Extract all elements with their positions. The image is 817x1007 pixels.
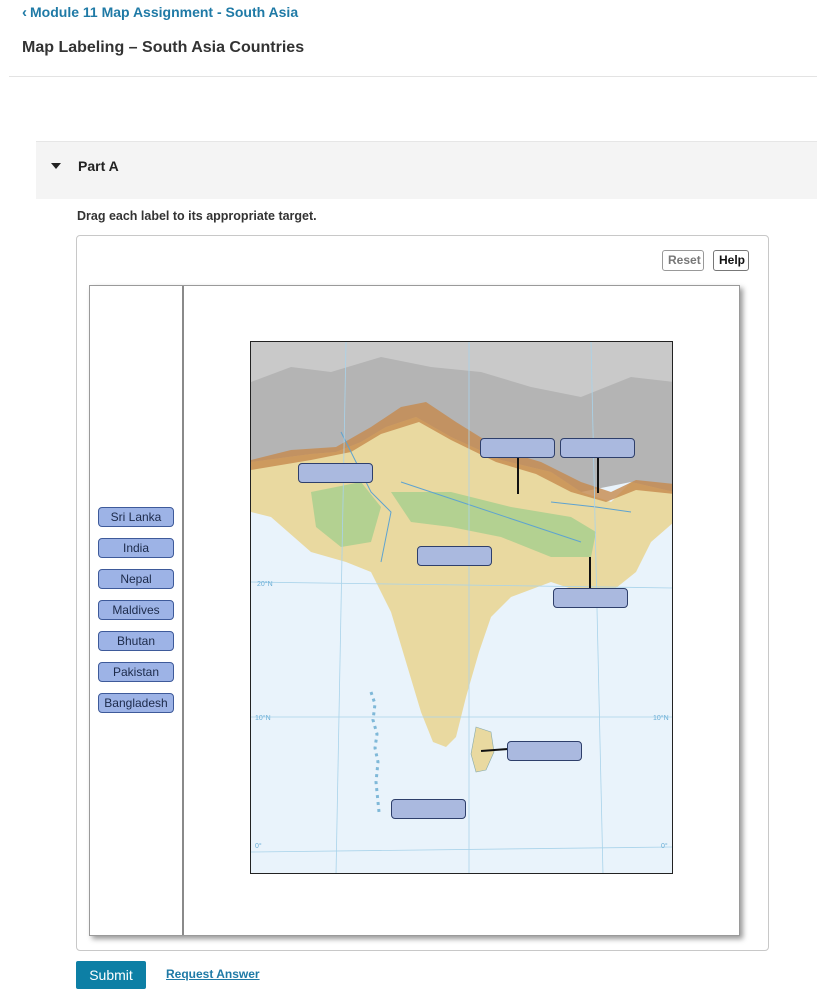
label-india[interactable]: India (98, 538, 174, 558)
part-label: Part A (78, 158, 119, 174)
lat-label-10n-left: 10°N (255, 714, 271, 722)
label-nepal[interactable]: Nepal (98, 569, 174, 589)
part-a-toggle[interactable]: Part A (36, 141, 817, 199)
drop-target-east[interactable] (553, 588, 628, 608)
page-title: Map Labeling – South Asia Countries (22, 39, 305, 56)
label-bangladesh[interactable]: Bangladesh (98, 693, 174, 713)
leader-line-bhutan (597, 457, 599, 493)
drag-drop-workspace: Sri Lanka India Nepal Maldives Bhutan Pa… (89, 285, 740, 936)
reset-button[interactable]: Reset (662, 250, 704, 271)
chevron-left-icon: ‹ (22, 3, 27, 21)
label-maldives[interactable]: Maldives (98, 600, 174, 620)
back-link-label: Module 11 Map Assignment - South Asia (30, 4, 299, 20)
labeling-widget: Reset Help Sri Lanka India Nepal Maldive… (76, 235, 769, 951)
help-button[interactable]: Help (713, 250, 749, 271)
leader-line-nepal (517, 457, 519, 494)
submit-button[interactable]: Submit (76, 961, 146, 989)
back-to-assignment-link[interactable]: ‹ Module 11 Map Assignment - South Asia (22, 4, 298, 20)
drop-target-north-east[interactable] (560, 438, 635, 458)
drop-target-central[interactable] (417, 546, 492, 566)
south-asia-map: 20°N 10°N 10°N 0° 0° (250, 341, 673, 874)
drop-target-west[interactable] (298, 463, 373, 483)
caret-down-icon (51, 163, 61, 169)
map-graphic: 20°N 10°N 10°N 0° 0° (251, 342, 672, 873)
lat-label-20n: 20°N (257, 580, 273, 588)
request-answer-link[interactable]: Request Answer (166, 967, 260, 981)
label-bank: Sri Lanka India Nepal Maldives Bhutan Pa… (90, 286, 184, 935)
label-pakistan[interactable]: Pakistan (98, 662, 174, 682)
lat-label-0-left: 0° (255, 842, 262, 850)
drop-target-south-west[interactable] (391, 799, 466, 819)
label-sri-lanka[interactable]: Sri Lanka (98, 507, 174, 527)
instruction-text: Drag each label to its appropriate targe… (77, 209, 317, 223)
leader-line-bangladesh (589, 557, 591, 588)
label-bhutan[interactable]: Bhutan (98, 631, 174, 651)
lat-label-10n-right: 10°N (653, 714, 669, 722)
drop-target-north-center[interactable] (480, 438, 555, 458)
header-divider (9, 76, 817, 77)
lat-label-0-right: 0° (661, 842, 668, 850)
drop-target-south-east[interactable] (507, 741, 582, 761)
